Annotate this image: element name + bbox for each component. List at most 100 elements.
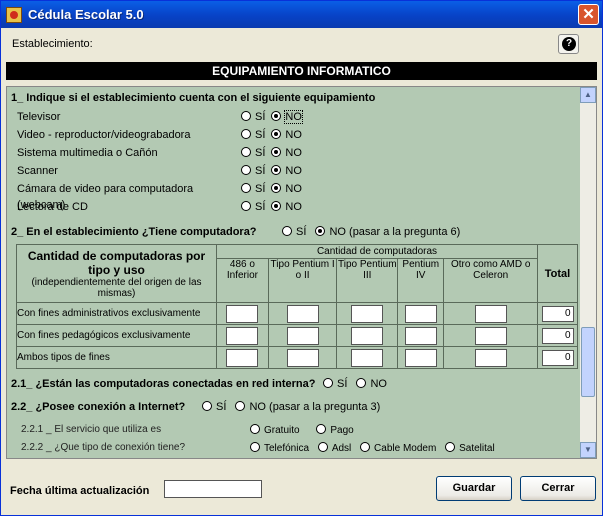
fecha-input[interactable]	[164, 480, 262, 498]
help-icon: ?	[562, 37, 576, 51]
equipment-yes-option[interactable]: SÍ	[241, 165, 265, 177]
count-input[interactable]	[351, 326, 384, 345]
count-input[interactable]	[226, 304, 259, 323]
equipment-no-option[interactable]: NO	[271, 110, 303, 124]
equipment-yes-option[interactable]: SÍ	[241, 129, 265, 141]
table-cell	[267, 324, 338, 347]
equipment-answers: SÍ NO	[241, 145, 361, 161]
table-column-header: 486 o Inferior	[216, 258, 269, 303]
q221-option-gratuito[interactable]: Gratuito	[250, 424, 300, 436]
total-input[interactable]: 0	[541, 327, 574, 344]
table-cell	[443, 346, 538, 369]
table-cell	[336, 346, 399, 369]
radio-icon	[323, 378, 333, 388]
equipment-no-option[interactable]: NO	[271, 165, 302, 177]
q222-option-cable-modem[interactable]: Cable Modem	[360, 442, 436, 454]
form-content: 1_ Indique si el establecimiento cuenta …	[7, 87, 582, 458]
computers-table: Cantidad de computadoras por tipo y uso …	[16, 244, 578, 369]
equipment-yes-option[interactable]: SÍ	[241, 147, 265, 159]
radio-selected-icon	[271, 201, 282, 211]
total-input[interactable]: 0	[541, 305, 574, 322]
count-input[interactable]	[351, 348, 384, 367]
count-input[interactable]	[474, 348, 507, 367]
close-button[interactable]: ✕	[578, 4, 599, 25]
q222-option-satelital[interactable]: Satelital	[445, 442, 495, 454]
table-cell	[397, 324, 445, 347]
radio-icon	[241, 165, 251, 175]
table-column-header: Pentium IV	[397, 258, 445, 303]
radio-icon	[241, 147, 251, 157]
table-row-label: Ambos tipos de fines	[16, 346, 217, 369]
q21-no-option[interactable]: NO	[356, 378, 387, 390]
table-cell	[216, 324, 269, 347]
total-input[interactable]: 0	[541, 349, 574, 366]
q22-title: 2.2_ ¿Posee conexión a Internet?	[11, 401, 186, 413]
q221-answers: Gratuito Pago	[250, 424, 360, 436]
scroll-down-arrow-icon[interactable]: ▼	[580, 442, 596, 458]
table-row: Con fines pedagógicos exclusivamente 0	[16, 324, 578, 347]
count-input[interactable]	[351, 304, 384, 323]
scroll-up-arrow-icon[interactable]: ▲	[580, 87, 596, 103]
q2-title: 2_ En el establecimiento ¿Tiene computad…	[11, 226, 257, 238]
radio-selected-icon	[271, 147, 282, 157]
radio-selected-icon	[271, 111, 282, 121]
count-input[interactable]	[404, 348, 437, 367]
q2-yes-option[interactable]: SÍ	[282, 226, 306, 238]
radio-selected-icon	[271, 165, 282, 175]
count-input[interactable]	[404, 326, 437, 345]
radio-icon	[317, 442, 328, 452]
form-scroll-pane[interactable]: 1_ Indique si el establecimiento cuenta …	[6, 86, 597, 459]
table-cell	[443, 302, 538, 325]
count-input[interactable]	[286, 348, 319, 367]
equipment-no-option[interactable]: NO	[271, 183, 302, 195]
table-row: Ambos tipos de fines 0	[16, 346, 578, 369]
equipment-yes-option[interactable]: SÍ	[241, 201, 265, 213]
table-cell	[397, 302, 445, 325]
count-input[interactable]	[474, 326, 507, 345]
q22-no-option[interactable]: NO (pasar a la pregunta 3)	[235, 401, 380, 413]
q22-yes-option[interactable]: SÍ	[202, 401, 226, 413]
radio-icon	[282, 226, 292, 236]
q221-option-pago[interactable]: Pago	[316, 424, 354, 436]
table-cell	[216, 346, 269, 369]
equipment-yes-option[interactable]: SÍ	[241, 111, 265, 123]
equipment-no-option[interactable]: NO	[271, 129, 302, 141]
radio-selected-icon	[271, 129, 282, 139]
q22-answers: SÍ NO (pasar a la pregunta 3)	[202, 401, 386, 413]
equipment-no-option[interactable]: NO	[271, 147, 302, 159]
table-column-header: Otro como AMD o Celeron	[443, 258, 538, 303]
q221-label: 2.2.1 _ El servicio que utiliza es	[21, 424, 162, 435]
radio-icon	[241, 129, 251, 139]
table-total-cell: 0	[537, 324, 578, 347]
equipment-yes-option[interactable]: SÍ	[241, 183, 265, 195]
guardar-button[interactable]: Guardar	[436, 476, 512, 501]
q222-option-telefonica[interactable]: Telefónica	[250, 442, 309, 454]
radio-selected-icon	[271, 183, 282, 193]
count-input[interactable]	[474, 304, 507, 323]
q2-answers: SÍ NO (pasar a la pregunta 6)	[282, 226, 466, 238]
vertical-scrollbar[interactable]: ▲ ▼	[580, 87, 596, 458]
count-input[interactable]	[286, 304, 319, 323]
radio-icon	[241, 111, 251, 121]
equipment-label: Televisor	[17, 111, 61, 123]
count-input[interactable]	[404, 304, 437, 323]
count-input[interactable]	[226, 348, 259, 367]
equipment-no-option[interactable]: NO	[271, 201, 302, 213]
title-bar[interactable]: Cédula Escolar 5.0 ✕	[1, 1, 602, 28]
q222-option-adsl[interactable]: Adsl	[317, 442, 351, 454]
equipment-answers: SÍ NO	[241, 127, 361, 143]
establecimiento-label: Establecimiento:	[12, 38, 93, 50]
equipment-answers: SÍ NO	[241, 199, 361, 215]
q21-yes-option[interactable]: SÍ	[323, 378, 347, 390]
table-main-header: Cantidad de computadoras por tipo y uso …	[16, 244, 217, 303]
count-input[interactable]	[226, 326, 259, 345]
table-total-header: Total	[537, 244, 578, 303]
q2-no-option[interactable]: NO (pasar a la pregunta 6)	[315, 226, 460, 238]
cerrar-button[interactable]: Cerrar	[520, 476, 596, 501]
scroll-thumb[interactable]	[581, 327, 595, 397]
count-input[interactable]	[286, 326, 319, 345]
app-window: Cédula Escolar 5.0 ✕ Establecimiento: ? …	[0, 0, 603, 516]
help-button[interactable]: ?	[558, 34, 579, 54]
equipment-label: Lectora de CD	[17, 201, 88, 213]
table-cell	[336, 302, 399, 325]
